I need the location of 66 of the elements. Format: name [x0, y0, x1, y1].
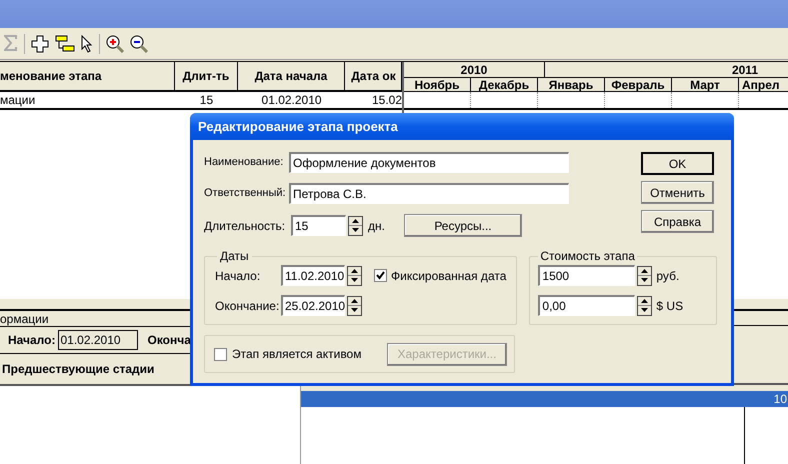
input-field[interactable]: Петрова С.В. — [289, 183, 569, 204]
month-header: Апрел — [741, 78, 781, 91]
spin-button[interactable] — [347, 296, 362, 316]
spin-button[interactable] — [348, 216, 363, 236]
down-arrow-icon — [641, 308, 648, 312]
zoom-in-icon[interactable] — [106, 34, 124, 52]
checkbox[interactable] — [374, 269, 387, 282]
unit-label: руб. — [656, 268, 680, 284]
down-arrow-icon — [351, 278, 358, 282]
table-cell-text: 01.02.2010 — [260, 92, 323, 108]
dialog-button[interactable]: Справка — [641, 210, 714, 233]
month-header: Ноябрь — [404, 78, 471, 91]
group-title: Даты — [219, 248, 250, 265]
checkbox[interactable] — [214, 348, 227, 360]
unit-label: $ US — [656, 298, 684, 314]
field-label: Наименование: — [204, 155, 284, 170]
up-arrow-icon — [351, 298, 358, 303]
up-arrow-icon — [641, 268, 648, 273]
year-header: 2010 — [404, 62, 545, 77]
checkbox-label: Фиксированная дата — [391, 268, 506, 284]
up-arrow-icon — [352, 218, 359, 223]
column-header[interactable]: менование этапа — [0, 62, 176, 90]
down-arrow-icon — [351, 308, 358, 312]
section-header: Предшествующие стадии — [2, 361, 154, 378]
down-arrow-icon — [352, 228, 359, 232]
dialog-button[interactable]: OK — [641, 152, 714, 175]
zoom-out-icon[interactable] — [130, 34, 148, 52]
end-label: Оконча — [147, 332, 191, 349]
start-label: Начало: — [8, 332, 56, 349]
column-header[interactable]: Длит-ть — [175, 62, 238, 90]
table-cell-text: мации — [0, 92, 36, 108]
input-field[interactable]: 25.02.2010 — [281, 295, 345, 316]
up-arrow-icon — [641, 298, 648, 303]
month-header: Февраль — [605, 78, 672, 91]
linked-boxes-icon[interactable] — [55, 34, 75, 52]
spin-button[interactable] — [347, 266, 362, 286]
spin-button[interactable] — [637, 296, 652, 316]
month-header: Декабрь — [471, 78, 538, 91]
field-label: Ответственный: — [204, 186, 286, 202]
dialog-title: Редактирование этапа проекта — [190, 113, 734, 140]
down-arrow-icon — [641, 278, 648, 282]
spin-button[interactable] — [637, 266, 652, 286]
column-header[interactable]: Дата ок — [345, 62, 402, 90]
column-header[interactable]: Дата начала — [238, 62, 346, 90]
checkbox-label: Этап является активом — [232, 346, 362, 363]
table-cell-text: 15 — [198, 92, 214, 108]
dialog-button[interactable]: Ресурсы... — [404, 214, 522, 237]
add-icon[interactable] — [31, 34, 49, 52]
group-title: Стоимость этапа — [539, 248, 636, 265]
input-field[interactable]: Оформление документов — [289, 152, 569, 173]
field-label: Длительность: — [204, 218, 286, 234]
input-field[interactable]: 11.02.2010 — [281, 265, 345, 286]
year-header: 2011 — [730, 62, 759, 77]
dialog-button[interactable]: Отменить — [641, 181, 714, 204]
month-header: Март — [672, 78, 739, 91]
unit-label: дн. — [368, 218, 386, 234]
pointer-icon[interactable] — [81, 34, 93, 52]
selected-row[interactable]: 10 — [301, 391, 788, 407]
input-field[interactable]: 15 — [291, 215, 346, 236]
field-label: Начало: — [215, 268, 262, 284]
input-field[interactable]: 0,00 — [538, 295, 636, 316]
table-cell-text: 15.02 — [370, 92, 402, 108]
month-header: Январь — [538, 78, 605, 91]
input-field[interactable]: 1500 — [538, 265, 636, 286]
start-field: 01.02.2010 — [58, 330, 138, 350]
up-arrow-icon — [351, 268, 358, 273]
